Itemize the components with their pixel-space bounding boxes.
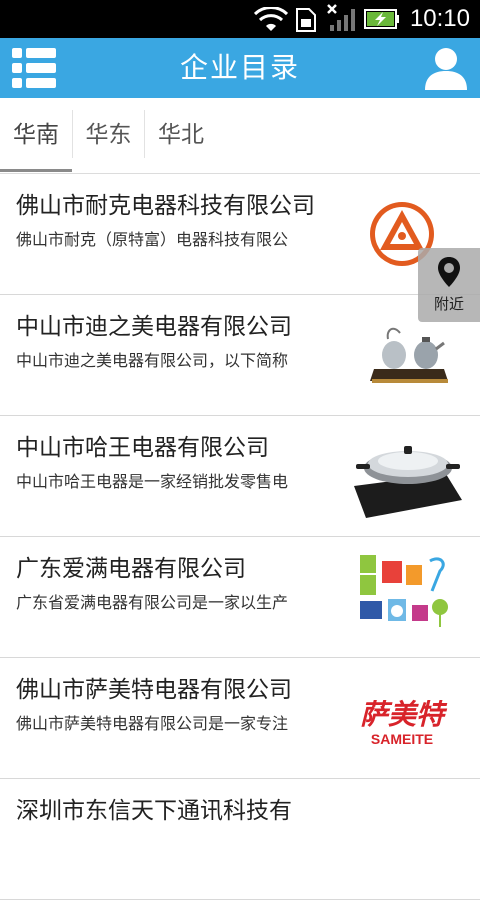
status-time: 10:10 [409, 5, 470, 32]
sim-card-icon [296, 8, 316, 32]
app-bar: 企业目录 [0, 38, 480, 98]
list-item[interactable]: 广东爱满电器有限公司 广东省爱满电器有限公司是一家以生产 [0, 537, 480, 658]
hotpot-image [354, 446, 462, 518]
company-title: 广东爱满电器有限公司 [16, 556, 246, 582]
tab-huadong[interactable]: 华东 [73, 110, 144, 172]
page-title: 企业目录 [179, 51, 300, 84]
company-title: 佛山市耐克电器科技有限公司 [16, 193, 315, 219]
company-title: 佛山市萨美特电器有限公司 [16, 677, 292, 703]
company-title: 深圳市东信天下通讯科技有 [16, 798, 292, 824]
company-desc: 佛山市萨美特电器有限公司是一家专注 [16, 714, 289, 733]
user-button[interactable] [422, 44, 470, 92]
sameite-logo-en: SAMEITE [371, 731, 433, 747]
nearby-label: 附近 [433, 295, 464, 313]
company-desc: 佛山市耐克（原特富）电器科技有限公 [16, 230, 289, 249]
company-title: 中山市哈王电器有限公司 [16, 435, 269, 461]
region-tabs: 华南 华东 华北 [0, 98, 480, 174]
sameite-logo-cn: 萨美特 [360, 698, 448, 731]
company-desc: 广东省爱满电器有限公司是一家以生产 [16, 593, 289, 612]
company-list: 佛山市耐克电器科技有限公司 佛山市耐克（原特富）电器科技有限公 中山市迪之美电器… [0, 174, 480, 900]
location-pin-icon [438, 257, 460, 287]
kettle-set-image [370, 327, 448, 383]
wifi-icon [254, 7, 288, 31]
tab-huanan[interactable]: 华南 [0, 110, 72, 172]
nearby-button[interactable]: 附近 [418, 248, 480, 322]
list-item[interactable]: 中山市迪之美电器有限公司 中山市迪之美电器有限公司，以下简称 [0, 295, 480, 416]
sameite-logo-image: 萨美特 SAMEITE [360, 698, 448, 747]
list-item[interactable]: 佛山市耐克电器科技有限公司 佛山市耐克（原特富）电器科技有限公 [0, 174, 480, 295]
appliances-image [360, 555, 448, 627]
list-item[interactable]: 深圳市东信天下通讯科技有 [0, 779, 480, 900]
list-item[interactable]: 中山市哈王电器有限公司 中山市哈王电器是一家经销批发零售电 [0, 416, 480, 537]
list-item[interactable]: 佛山市萨美特电器有限公司 佛山市萨美特电器有限公司是一家专注 萨美特 SAMEI… [0, 658, 480, 779]
user-icon [425, 48, 467, 90]
company-desc: 中山市哈王电器是一家经销批发零售电 [16, 472, 289, 491]
company-desc: 中山市迪之美电器有限公司，以下简称 [16, 351, 289, 370]
battery-charging-icon [364, 9, 399, 29]
signal-icon [327, 4, 355, 31]
tab-huabei[interactable]: 华北 [145, 110, 217, 172]
status-bar: 10:10 [0, 0, 480, 38]
company-title: 中山市迪之美电器有限公司 [16, 314, 292, 340]
